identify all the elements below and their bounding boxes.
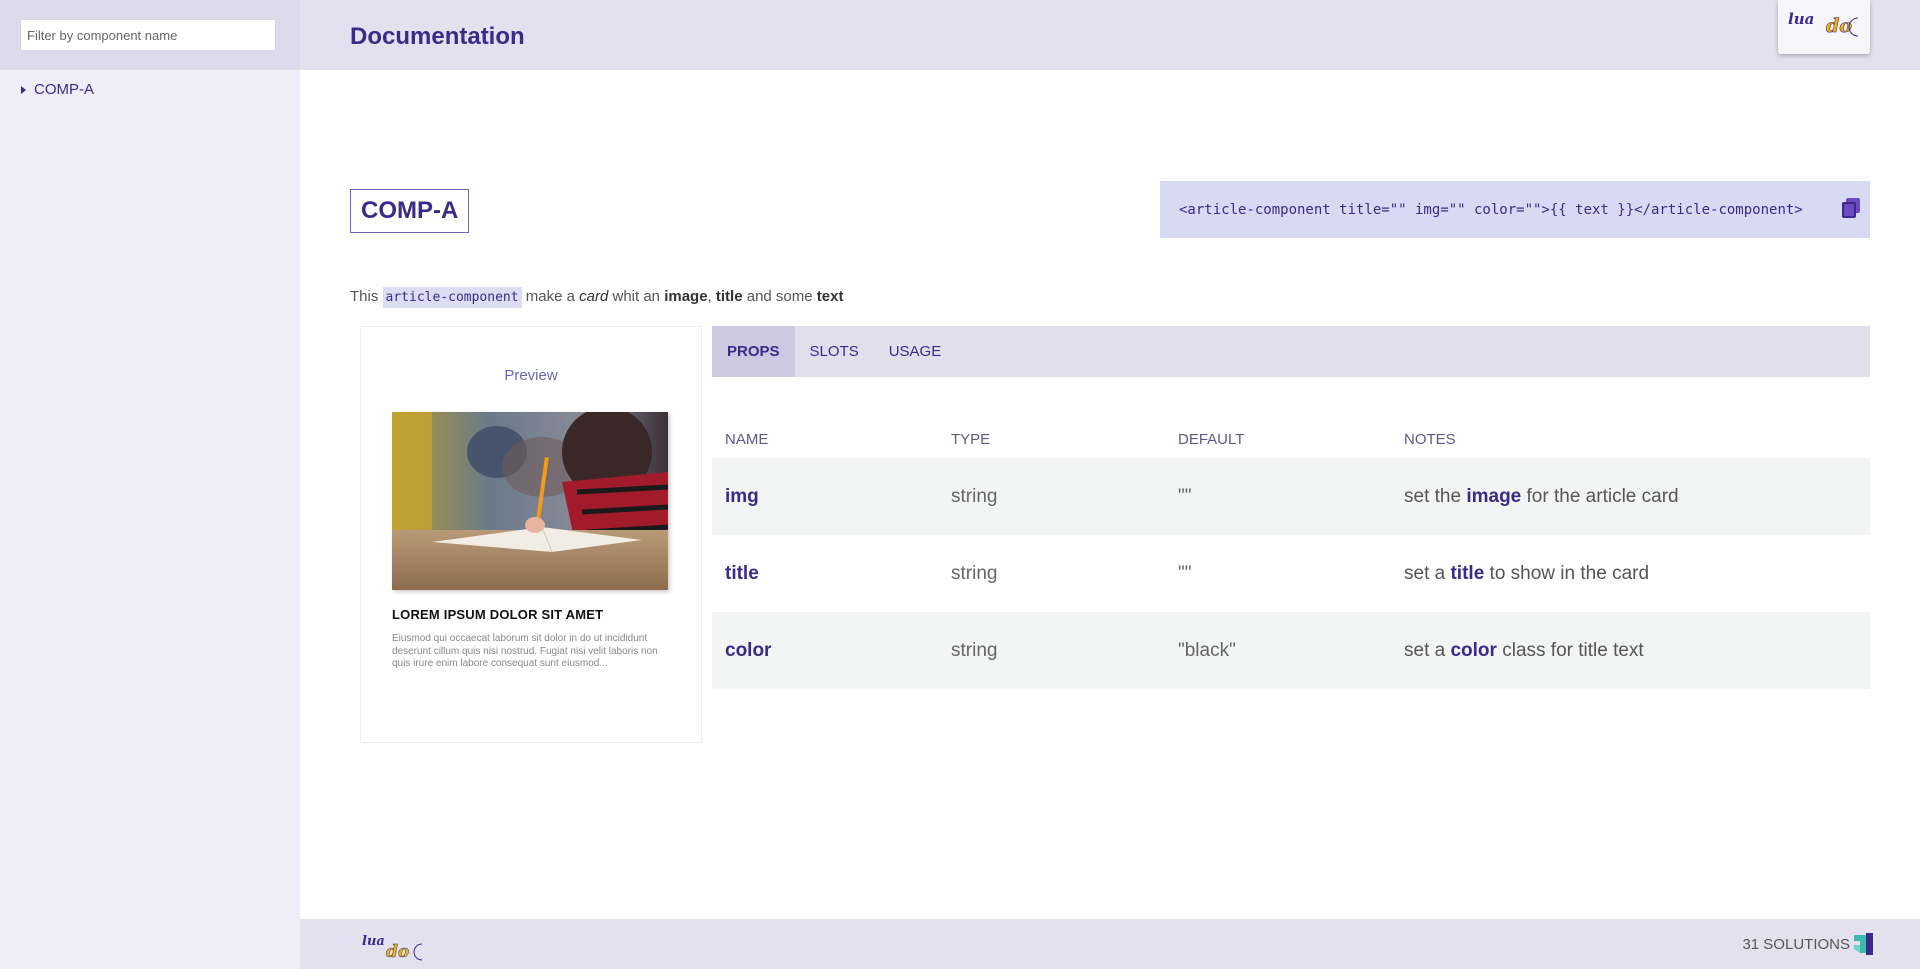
card-text: Eiusmod qui occaecat laborum sit dolor i… (392, 633, 658, 669)
desc-text: and some (746, 288, 813, 305)
sidebar-item-label: COMP-A (34, 81, 94, 98)
luado-logo-icon: lua do (1788, 10, 1859, 37)
prop-type: string (951, 485, 998, 507)
table-row: img string "" set the image for the arti… (712, 458, 1870, 535)
filter-input[interactable] (20, 19, 276, 51)
tab-bar: PROPS SLOTS USAGE (712, 326, 1870, 377)
usage-code[interactable]: <article-component title="" img="" color… (1179, 202, 1803, 218)
table-row: color string "black" set a color class f… (712, 612, 1870, 689)
table-row: title string "" set a title to show in t… (712, 535, 1870, 612)
desc-bold: title (715, 288, 743, 305)
header: Documentation lua do (300, 0, 1920, 70)
prop-default: "black" (1178, 639, 1236, 661)
component-description: This article-component make a card whit … (350, 287, 844, 308)
column-header-default: DEFAULT (1178, 430, 1245, 448)
svg-text:lua: lua (1788, 10, 1814, 28)
footer-brand-name[interactable]: 31 SOLUTIONS (1742, 936, 1850, 953)
notes-bold: title (1450, 562, 1485, 584)
preview-panel: Preview LOREM IPSUM DOLOR SIT AMET Eiusm… (360, 326, 702, 743)
desc-italic: card (579, 288, 609, 305)
svg-text:do: do (1826, 15, 1852, 37)
desc-text: whit an (612, 288, 661, 305)
desc-text: make a (525, 288, 575, 305)
notes-bold: image (1466, 485, 1522, 507)
notes-text: class for title text (1502, 639, 1644, 661)
prop-default: "" (1178, 485, 1192, 507)
page-title: Documentation (350, 23, 525, 50)
copy-icon[interactable] (1842, 198, 1860, 218)
notes-bold: color (1450, 639, 1497, 661)
prop-name: title (725, 562, 759, 584)
notes-text: set a (1404, 562, 1446, 584)
tab-slots[interactable]: SLOTS (795, 326, 874, 377)
sidebar-item-comp-a[interactable]: COMP-A (21, 81, 94, 98)
usage-code-box: <article-component title="" img="" color… (1160, 181, 1870, 238)
component-title: COMP-A (361, 197, 459, 224)
svg-text:do: do (386, 942, 409, 962)
main-content: COMP-A <article-component title="" img="… (300, 70, 1920, 919)
props-table: NAME TYPE DEFAULT NOTES img string "" se… (712, 420, 1870, 689)
tab-props[interactable]: PROPS (712, 326, 795, 377)
tab-usage[interactable]: USAGE (874, 326, 957, 377)
card-title: LOREM IPSUM DOLOR SIT AMET (392, 607, 604, 622)
notes-text: set a (1404, 639, 1446, 661)
notes-text: for the article card (1526, 485, 1679, 507)
table-header: NAME TYPE DEFAULT NOTES (712, 420, 1870, 458)
column-header-type: TYPE (951, 430, 991, 448)
luado-logo-icon: lua do (362, 934, 423, 962)
preview-label: Preview (504, 367, 558, 384)
notes-text: set the (1404, 485, 1462, 507)
notes-text: to show in the card (1489, 562, 1650, 584)
prop-notes: set a title to show in the card (1391, 563, 1870, 585)
prop-name: color (725, 639, 772, 661)
desc-sep: , (707, 288, 712, 305)
column-header-notes: NOTES (1404, 430, 1456, 448)
prop-type: string (951, 562, 998, 584)
prop-name: img (725, 485, 759, 507)
footer: lua do 31 SOLUTIONS (300, 919, 1920, 969)
prop-default: "" (1178, 562, 1192, 584)
footer-luado-logo[interactable]: lua do (360, 932, 434, 969)
sidebar-search-area (0, 0, 300, 70)
desc-code: article-component (382, 287, 522, 308)
prop-notes: set a color class for title text (1391, 640, 1870, 662)
31-solutions-logo-icon (1854, 933, 1873, 955)
article-image (392, 412, 668, 590)
caret-right-icon (21, 85, 26, 94)
column-header-name: NAME (725, 430, 769, 448)
prop-type: string (951, 639, 998, 661)
svg-text:lua: lua (362, 934, 385, 949)
desc-bold: text (816, 288, 844, 305)
sidebar: COMP-A (0, 0, 300, 969)
prop-notes: set the image for the article card (1391, 486, 1870, 508)
desc-bold: image (664, 288, 708, 305)
desc-text: This (350, 288, 379, 305)
component-title-box: COMP-A (350, 189, 470, 233)
luado-logo[interactable]: lua do (1778, 0, 1870, 54)
